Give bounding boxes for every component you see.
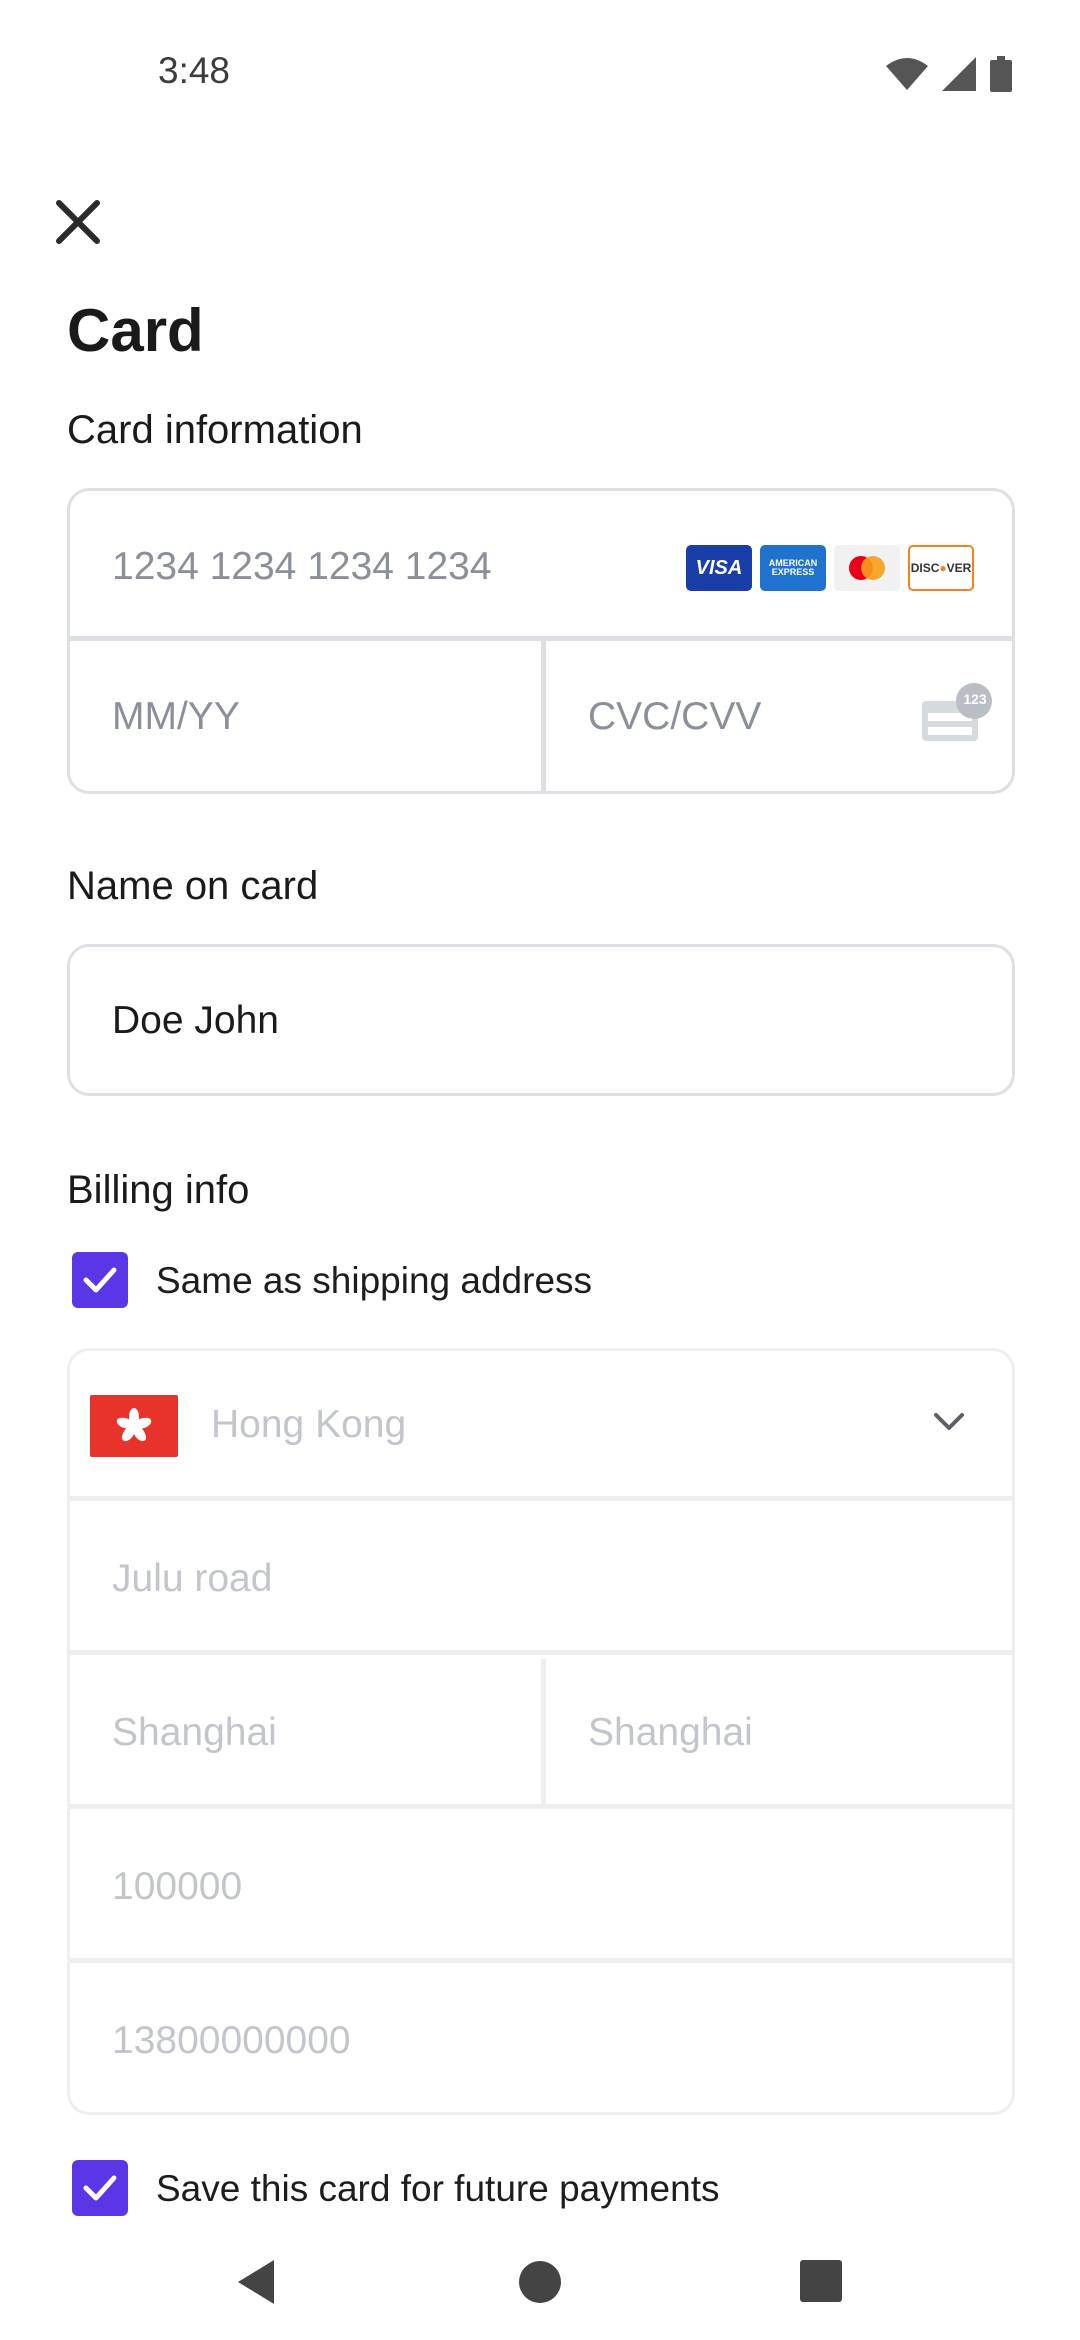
phone-input[interactable]: 13800000000 xyxy=(70,1967,1012,2112)
address-line-input[interactable]: Julu road xyxy=(70,1505,1012,1655)
save-card-checkbox[interactable] xyxy=(72,2160,128,2216)
expiry-field[interactable]: MM/YY xyxy=(70,641,541,791)
city-state-row: Shanghai Shanghai xyxy=(70,1659,1012,1809)
name-on-card-value: Doe John xyxy=(112,999,279,1042)
page-title: Card xyxy=(67,297,204,364)
cvc-field[interactable]: CVC/CVV 123 xyxy=(546,641,1012,791)
card-brands: VISA AMERICAN EXPRESS DISC ● VER xyxy=(686,545,974,591)
card-number-field[interactable]: 1234 1234 1234 1234 VISA AMERICAN EXPRESS… xyxy=(70,491,1012,641)
signal-icon xyxy=(942,57,976,91)
country-value: Hong Kong xyxy=(211,1403,407,1446)
status-time: 3:48 xyxy=(158,50,231,91)
name-on-card-input[interactable]: Doe John xyxy=(67,944,1015,1096)
state-input[interactable]: Shanghai xyxy=(546,1659,1012,1804)
save-card-label: Save this card for future payments xyxy=(156,2168,720,2209)
cvc-card-icon: 123 xyxy=(916,683,996,750)
city-input[interactable]: Shanghai xyxy=(70,1659,541,1804)
card-number-placeholder: 1234 1234 1234 1234 xyxy=(112,545,492,588)
discover-icon: DISC ● VER xyxy=(908,545,974,591)
home-icon[interactable] xyxy=(518,2260,562,2304)
checkmark-icon xyxy=(83,1267,117,1293)
back-icon[interactable] xyxy=(234,2258,278,2306)
postal-code-input[interactable]: 100000 xyxy=(70,1813,1012,1963)
expiry-placeholder: MM/YY xyxy=(112,695,240,738)
battery-icon xyxy=(990,56,1012,92)
same-as-shipping-checkbox[interactable] xyxy=(72,1252,128,1308)
phone-value: 13800000000 xyxy=(112,2019,351,2062)
chevron-down-icon xyxy=(934,1413,964,1430)
billing-address-group: Hong Kong Julu road Shanghai Shanghai 10… xyxy=(67,1348,1015,2115)
system-navigation-bar xyxy=(0,2230,1080,2340)
mastercard-icon xyxy=(834,545,900,591)
amex-icon: AMERICAN EXPRESS xyxy=(760,545,826,591)
postal-code-value: 100000 xyxy=(112,1865,243,1908)
wifi-icon xyxy=(886,58,928,90)
card-information-group: 1234 1234 1234 1234 VISA AMERICAN EXPRESS… xyxy=(67,488,1015,794)
country-select[interactable]: Hong Kong xyxy=(70,1351,1012,1501)
cvc-placeholder: CVC/CVV xyxy=(588,695,762,738)
close-icon xyxy=(56,200,100,244)
status-icons xyxy=(886,56,1012,92)
card-information-label: Card information xyxy=(67,408,363,452)
recents-icon[interactable] xyxy=(800,2260,842,2302)
name-on-card-label: Name on card xyxy=(67,864,319,908)
city-value: Shanghai xyxy=(112,1711,277,1754)
billing-info-label: Billing info xyxy=(67,1168,250,1212)
hong-kong-flag-icon xyxy=(90,1395,178,1457)
cvc-badge: 123 xyxy=(963,691,987,707)
checkmark-icon xyxy=(83,2175,117,2201)
same-as-shipping-label: Same as shipping address xyxy=(156,1260,593,1301)
address-line-value: Julu road xyxy=(112,1557,273,1600)
close-button[interactable] xyxy=(44,188,112,256)
state-value: Shanghai xyxy=(588,1711,753,1754)
visa-icon: VISA xyxy=(686,545,752,591)
